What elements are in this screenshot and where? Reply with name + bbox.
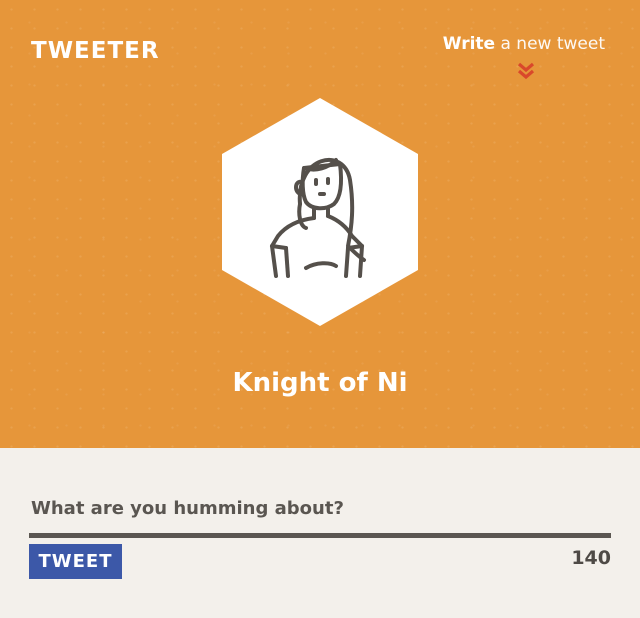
tweet-input[interactable] — [29, 492, 611, 538]
profile-header: TWEETER Write a new tweet Knight of Ni — [0, 0, 640, 448]
app-logo: TWEETER — [31, 38, 160, 64]
write-new-tweet-link[interactable]: Write a new tweet — [443, 34, 605, 54]
avatar — [222, 98, 418, 326]
double-chevron-down-icon[interactable] — [516, 62, 536, 80]
tweet-button[interactable]: TWEET — [29, 544, 122, 579]
char-count: 140 — [571, 547, 611, 569]
avatar-hexagon — [222, 98, 418, 326]
write-link-strong: Write — [442, 34, 496, 54]
profile-name: Knight of Ni — [232, 368, 408, 398]
write-link-rest: a new tweet — [495, 34, 605, 54]
tweet-composer: TWEET 140 — [0, 448, 640, 618]
